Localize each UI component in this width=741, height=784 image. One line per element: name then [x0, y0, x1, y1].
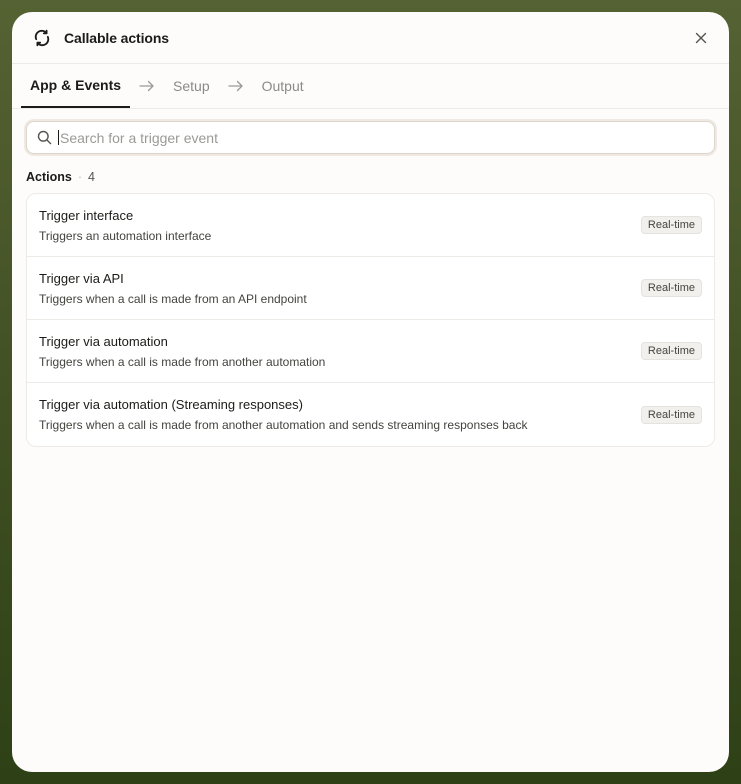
action-description: Triggers when a call is made from an API…	[39, 291, 307, 306]
stepper: App & Events Setup Output	[12, 64, 729, 109]
realtime-badge: Real-time	[640, 342, 702, 360]
action-description: Triggers when a call is made from anothe…	[39, 418, 528, 432]
arrow-right-icon	[219, 64, 253, 108]
action-text: Trigger via API Triggers when a call is …	[39, 271, 641, 306]
action-text: Trigger interface Triggers an automation…	[39, 208, 641, 243]
action-name: Trigger interface	[39, 207, 134, 223]
action-item-trigger-via-automation[interactable]: Trigger via automation Triggers when a c…	[27, 320, 714, 383]
action-name: Trigger via API	[39, 270, 124, 286]
callable-actions-dialog: Callable actions App & Events Setup Outp…	[12, 12, 729, 772]
step-app-events[interactable]: App & Events	[21, 64, 131, 108]
search-icon	[37, 130, 52, 145]
close-icon[interactable]	[691, 28, 711, 48]
dialog-header: Callable actions	[12, 12, 729, 64]
realtime-badge: Real-time	[640, 216, 702, 234]
action-item-trigger-interface[interactable]: Trigger interface Triggers an automation…	[27, 194, 714, 257]
actions-list: Trigger interface Triggers an automation…	[26, 193, 715, 447]
realtime-badge: Real-time	[640, 279, 702, 297]
actions-count: 4	[88, 170, 95, 184]
arrow-right-icon	[130, 64, 164, 108]
refresh-icon	[32, 28, 52, 48]
action-text: Trigger via automation Triggers when a c…	[39, 334, 641, 369]
action-item-trigger-via-automation-streaming[interactable]: Trigger via automation (Streaming respon…	[27, 383, 714, 446]
step-setup[interactable]: Setup	[164, 64, 219, 108]
actions-label: Actions	[26, 170, 72, 184]
separator-dot: ·	[77, 170, 83, 184]
actions-heading: Actions · 4	[26, 170, 95, 184]
realtime-badge: Real-time	[640, 405, 702, 424]
dialog-title: Callable actions	[64, 29, 169, 46]
action-name: Trigger via automation (Streaming respon…	[39, 397, 303, 412]
action-description: Triggers an automation interface	[39, 228, 212, 243]
action-name: Trigger via automation	[39, 333, 168, 349]
action-description: Triggers when a call is made from anothe…	[39, 354, 326, 369]
step-output[interactable]: Output	[253, 64, 313, 108]
search-box	[26, 121, 715, 154]
search-input[interactable]	[60, 129, 700, 146]
text-caret	[58, 130, 59, 145]
action-text: Trigger via automation (Streaming respon…	[39, 397, 641, 432]
action-item-trigger-via-api[interactable]: Trigger via API Triggers when a call is …	[27, 257, 714, 320]
